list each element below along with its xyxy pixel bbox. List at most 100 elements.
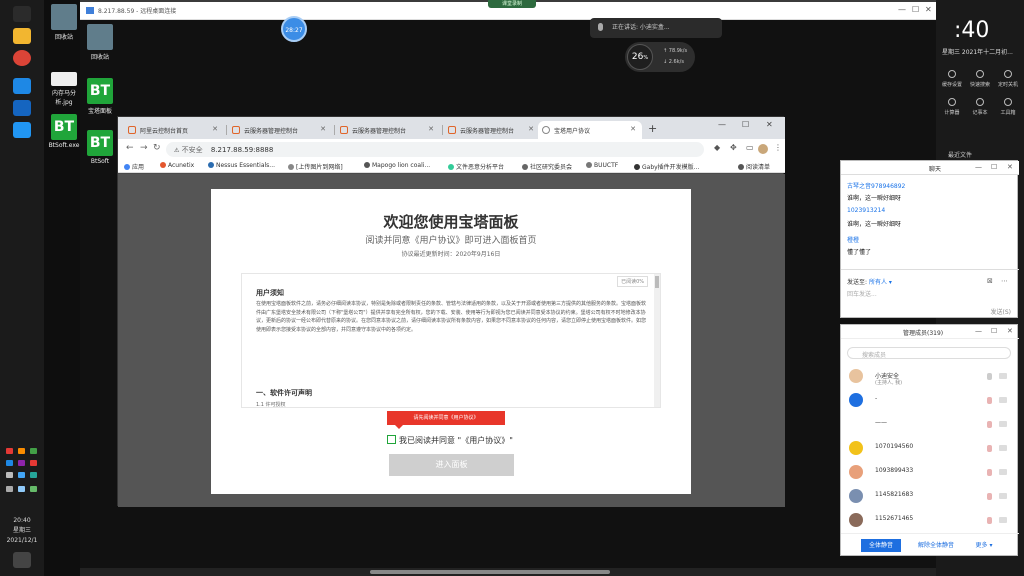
desktop-icon-recycle[interactable]: 回收站 [44, 4, 84, 41]
bookmark-malware[interactable]: 文件恶意分析平台 [448, 162, 504, 171]
bookmark-reading-list[interactable]: 阅读清单 [738, 162, 770, 171]
more-icon[interactable]: ⋯ [1001, 277, 1008, 285]
send-button[interactable]: 发送(S) [991, 307, 1012, 316]
camera-off-icon[interactable] [999, 397, 1007, 403]
chrome-icon[interactable] [13, 50, 31, 66]
agreement-textbox[interactable]: 已阅读0% 用户须知 在使用宝塔面板软件之前，请务必仔细阅读本协议，特别是免除或… [241, 273, 661, 408]
chat-sender[interactable]: 1023913214 [847, 207, 885, 214]
desktop-icon-recycle[interactable]: 回收站 [80, 24, 120, 61]
close-tab-icon[interactable]: ✕ [630, 125, 636, 133]
agreement-scrollbar[interactable] [654, 274, 660, 407]
desktop-icon-image[interactable]: 内存马分析.jpg [44, 72, 84, 106]
taskbar-clock[interactable]: 20:40 星期三 2021/12/1 [0, 516, 44, 546]
mic-muted-icon[interactable] [987, 469, 992, 476]
pin-icon[interactable] [13, 78, 31, 94]
tray-icon[interactable] [30, 486, 37, 492]
agree-checkbox-label[interactable]: 我已阅读并同意 "《用户协议》" [399, 435, 513, 446]
member-row[interactable]: 1152671465 [841, 511, 1019, 531]
enter-panel-button[interactable]: 进入面板 [389, 454, 514, 476]
reload-icon[interactable]: ↻ [153, 143, 161, 153]
tab-aliyun-home[interactable]: 阿里云控制台首页 ✕ [124, 121, 224, 139]
send-to-selector[interactable]: 发送至: 所有人 ▾ [847, 277, 892, 286]
close-button[interactable]: ✕ [925, 5, 932, 14]
bookmark-mapogo[interactable]: Mapogo lion coali... [364, 162, 430, 169]
tray-icon[interactable] [6, 472, 13, 478]
members-titlebar[interactable]: 管理成员(319) — ☐ ✕ [841, 325, 1019, 339]
mic-muted-icon[interactable] [987, 421, 992, 428]
extension-icon[interactable]: ◆ [714, 143, 720, 152]
desktop-icon-btsoft[interactable]: BT BtSoft [80, 130, 120, 165]
mic-muted-icon[interactable] [987, 517, 992, 524]
member-row[interactable]: - [841, 391, 1019, 411]
minimize-button[interactable]: — [898, 5, 906, 14]
camera-off-icon[interactable] [999, 493, 1007, 499]
tray-icon[interactable] [18, 472, 25, 478]
bookmark-buuctf[interactable]: BUUCTF [586, 162, 618, 169]
mic-muted-icon[interactable] [987, 397, 992, 404]
maximize-button[interactable]: ☐ [991, 327, 997, 335]
agree-checkbox[interactable] [387, 435, 396, 444]
tray-icon[interactable] [30, 460, 37, 466]
desktop-icon-btsoft[interactable]: BT BtSoft.exe [44, 114, 84, 149]
tray-icon[interactable] [6, 448, 13, 454]
toolbox-button[interactable]: 工具箱 [994, 98, 1022, 116]
close-button[interactable]: ✕ [1007, 163, 1013, 171]
mute-all-button[interactable]: 全体静音 [861, 539, 901, 552]
bookmark-upload[interactable]: [上传图片到网络] [288, 162, 343, 171]
remote-desktop-icon[interactable] [13, 100, 31, 116]
member-row[interactable]: 1070194560 [841, 439, 1019, 459]
new-tab-button[interactable]: + [648, 122, 657, 135]
mic-muted-icon[interactable] [987, 493, 992, 500]
tray-icon[interactable] [30, 472, 37, 478]
quick-search-button[interactable]: 快速搜索 [966, 70, 994, 88]
minimize-button[interactable]: — [718, 120, 726, 129]
folder-icon[interactable] [13, 28, 31, 44]
desktop-icon-baota[interactable]: BT 宝塔面板 [80, 78, 120, 115]
close-button[interactable]: ✕ [766, 120, 773, 129]
scroll-thumb[interactable] [370, 570, 610, 574]
chat-titlebar[interactable]: 聊天 — ☐ ✕ [841, 161, 1019, 175]
back-icon[interactable]: ← [126, 143, 134, 153]
screenshot-icon[interactable]: ⊠ [987, 277, 993, 285]
microphone-icon[interactable] [987, 373, 992, 380]
tab-ecs-console[interactable]: 云服务器管理控制台 ✕ [228, 121, 332, 139]
mic-muted-icon[interactable] [987, 445, 992, 452]
camera-off-icon[interactable] [999, 445, 1007, 451]
bookmark-gaby[interactable]: Gaby插件开发模版... [634, 162, 699, 171]
more-button[interactable]: 更多 ▾ [967, 539, 1001, 552]
recent-files-label[interactable]: 最近文件 [948, 150, 972, 159]
close-tab-icon[interactable]: ✕ [528, 125, 534, 133]
tray-icon[interactable] [18, 448, 25, 454]
close-button[interactable]: ✕ [1007, 327, 1013, 335]
camera-off-icon[interactable] [999, 469, 1007, 475]
member-search-input[interactable]: 搜索成员 [847, 347, 1011, 359]
menu-icon[interactable]: ⋮ [774, 143, 782, 152]
remote-hscrollbar[interactable] [80, 568, 936, 576]
tray-icon[interactable] [18, 486, 25, 492]
camera-icon[interactable] [999, 373, 1007, 379]
member-row[interactable]: 1145821683 [841, 487, 1019, 507]
minimize-button[interactable]: — [975, 163, 982, 171]
member-row[interactable]: 1093899433 [841, 463, 1019, 483]
tray-icon[interactable] [18, 460, 25, 466]
puzzle-icon[interactable]: ✥ [730, 143, 737, 152]
timer-bubble[interactable]: 28:27 [281, 16, 307, 42]
tab-ecs-console[interactable]: 云服务器管理控制台 ✕ [444, 121, 540, 139]
sidebar-icon[interactable]: ▭ [746, 143, 754, 152]
tray-icon[interactable] [6, 486, 13, 492]
windows-icon[interactable] [13, 6, 31, 22]
forward-icon[interactable]: → [140, 143, 148, 153]
tray-icon[interactable] [30, 448, 37, 454]
maximize-button[interactable]: ☐ [742, 120, 749, 129]
maximize-button[interactable]: ☐ [912, 5, 919, 14]
net-speed-widget[interactable]: 26% ↑ 78.9k/s ↓ 2.6k/s [625, 42, 695, 72]
tab-baota-agreement[interactable]: 宝塔用户协议 ✕ [538, 121, 642, 139]
scroll-thumb[interactable] [655, 276, 659, 288]
bookmark-apps[interactable]: 应用 [124, 162, 144, 171]
camera-off-icon[interactable] [999, 517, 1007, 523]
cache-settings-button[interactable]: 缓存设置 [938, 70, 966, 88]
profile-avatar[interactable] [758, 144, 768, 154]
notification-icon[interactable] [13, 552, 31, 568]
close-tab-icon[interactable]: ✕ [428, 125, 434, 133]
tab-ecs-console[interactable]: 云服务器管理控制台 ✕ [336, 121, 440, 139]
